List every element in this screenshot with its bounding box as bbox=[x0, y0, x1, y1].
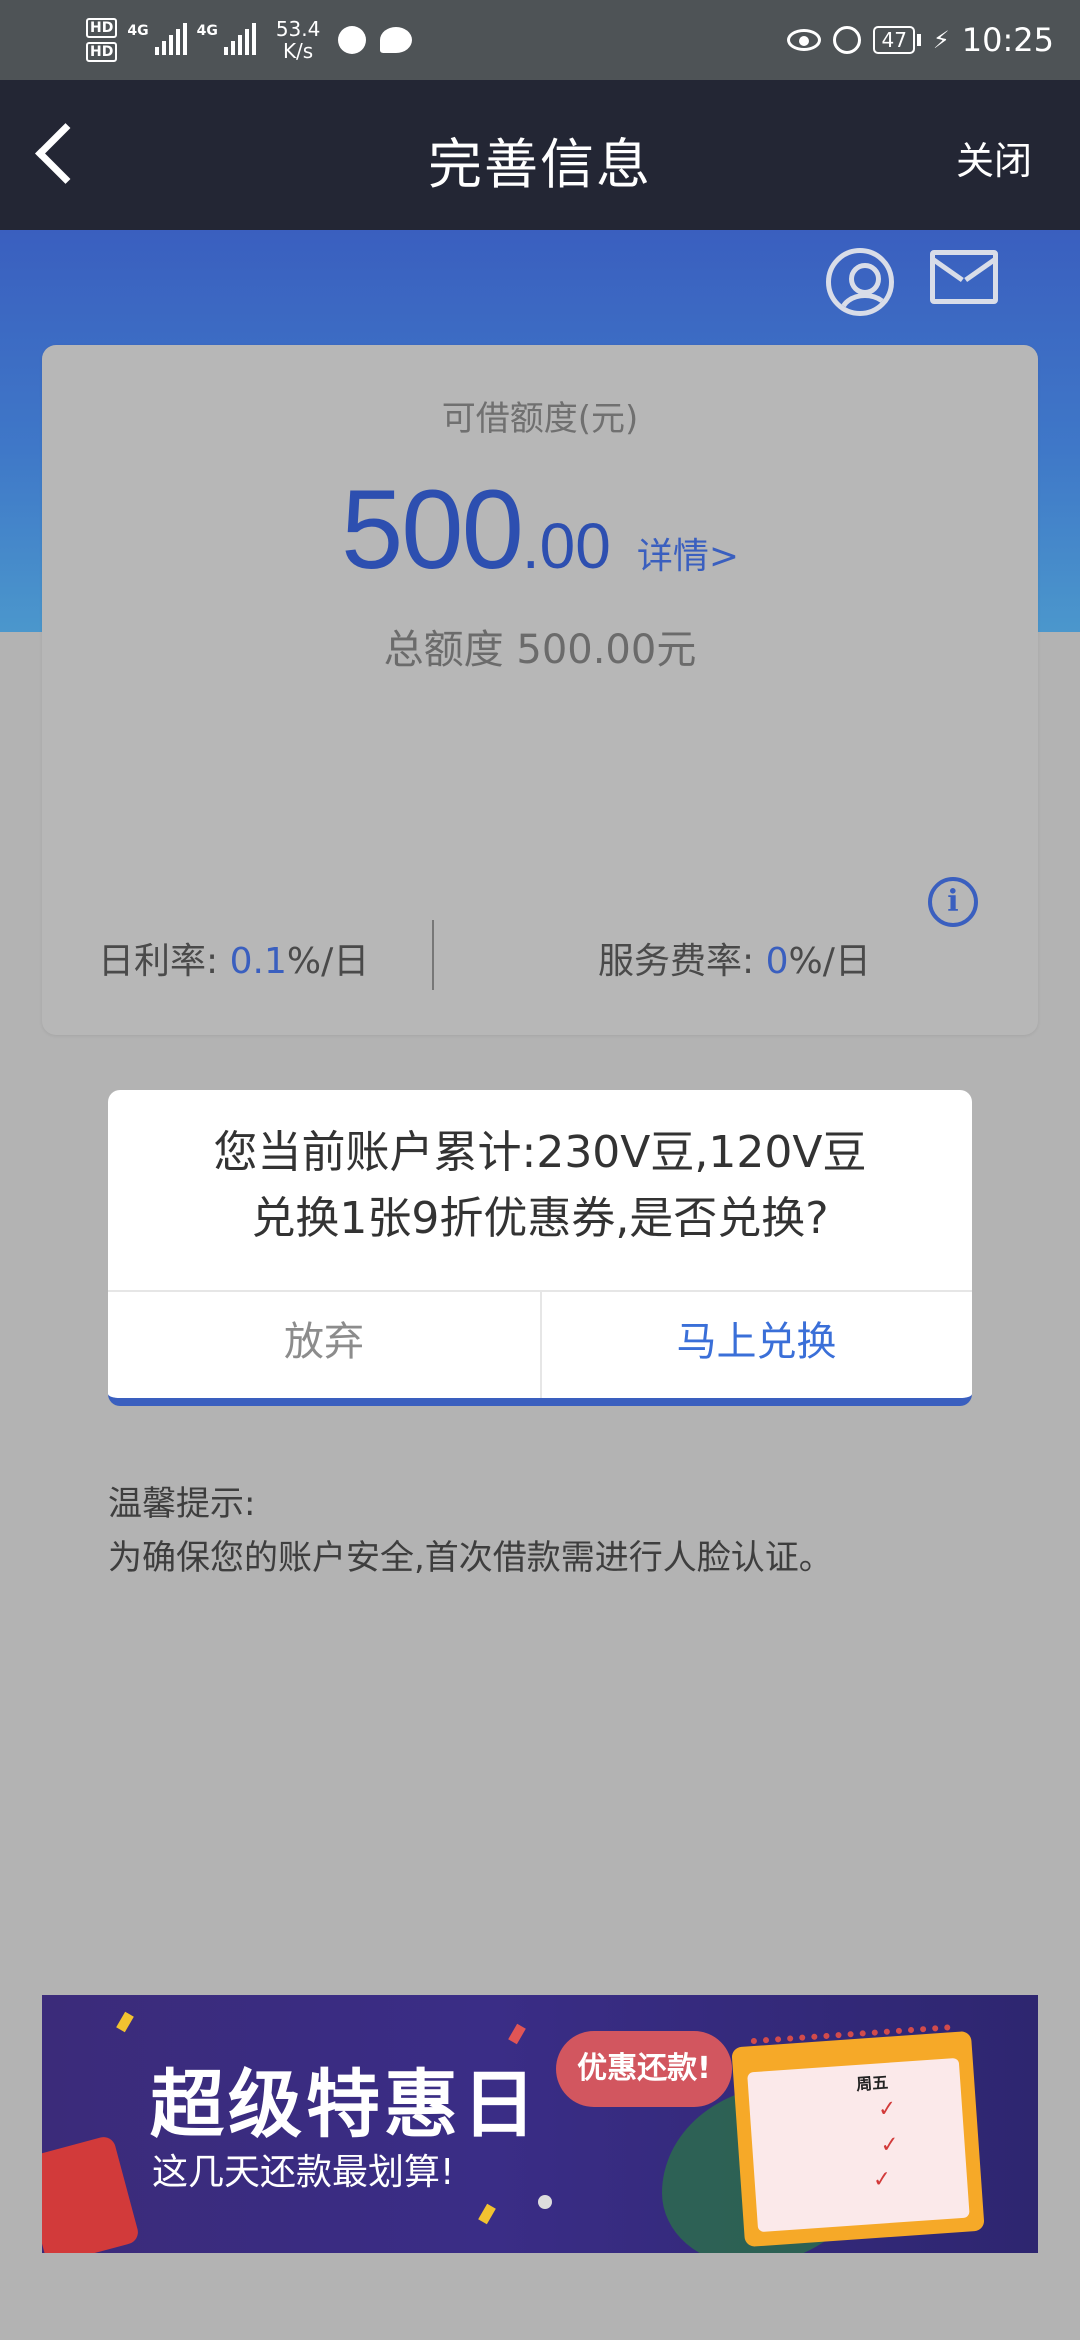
network-type-2: 4G bbox=[196, 23, 218, 39]
tips-text: 为确保您的账户安全,首次借款需进行人脸认证。 bbox=[108, 1538, 833, 1578]
dialog-line-2: 兑换1张9折优惠券,是否兑换? bbox=[251, 1193, 829, 1244]
mail-icon[interactable] bbox=[930, 250, 998, 304]
hd-badge-2: HD bbox=[86, 42, 118, 62]
clock: 10:25 bbox=[961, 21, 1054, 59]
rate-row: 日利率: 0.1%/日 服务费率: 0%/日 bbox=[42, 920, 1038, 990]
page-title: 完善信息 bbox=[428, 133, 652, 196]
hand-icon bbox=[338, 26, 367, 54]
header: 完善信息 关闭 bbox=[0, 80, 1080, 230]
chat-icon bbox=[380, 27, 413, 53]
hd-indicators: HD HD bbox=[86, 18, 118, 62]
confetti-icon bbox=[116, 2011, 134, 2033]
service-rate-value: 0 bbox=[765, 941, 789, 982]
network-type-1: 4G bbox=[127, 23, 149, 39]
signal-icon-2 bbox=[223, 23, 256, 55]
profile-icon[interactable] bbox=[826, 248, 894, 316]
confetti-icon bbox=[478, 2203, 496, 2225]
amount-row: 500 .00 详情> bbox=[42, 465, 1038, 594]
confetti-icon bbox=[508, 2023, 526, 2045]
banner-subtitle: 这几天还款最划算! bbox=[152, 2152, 455, 2193]
daily-rate: 日利率: 0.1%/日 bbox=[98, 932, 369, 984]
banner-bubble: 优惠还款! bbox=[556, 2031, 732, 2107]
battery-level: 47 bbox=[873, 26, 915, 54]
daily-rate-value: 0.1 bbox=[229, 941, 287, 982]
red-envelope-icon bbox=[42, 2134, 141, 2253]
carousel-dot[interactable] bbox=[538, 2195, 552, 2209]
daily-rate-unit: %/日 bbox=[286, 941, 370, 982]
charging-icon: ⚡ bbox=[932, 26, 950, 54]
service-rate-unit: %/日 bbox=[788, 941, 871, 982]
battery-icon: 47 bbox=[873, 26, 921, 54]
alarm-icon bbox=[833, 26, 862, 54]
signal-icon-1 bbox=[154, 23, 187, 55]
service-rate: 服务费率: 0%/日 bbox=[598, 932, 871, 984]
promo-banner[interactable]: 超级特惠日 这几天还款最划算! 优惠还款! 周五 ✓ ✓ ✓ bbox=[42, 1995, 1038, 2253]
amount-decimal: .00 bbox=[521, 510, 611, 582]
service-rate-label: 服务费率: bbox=[598, 941, 755, 982]
check-icon: ✓ bbox=[879, 2132, 900, 2159]
check-icon: ✓ bbox=[877, 2096, 898, 2123]
credit-label: 可借额度(元) bbox=[441, 399, 639, 439]
credit-card: 可借额度(元) 500 .00 详情> 总额度 500.00元 i 日利率: 0… bbox=[42, 345, 1038, 1035]
check-icon: ✓ bbox=[872, 2166, 893, 2194]
dialog-actions: 放弃 马上兑换 bbox=[108, 1290, 972, 1398]
give-up-button[interactable]: 放弃 bbox=[108, 1292, 540, 1398]
status-left: HD HD 4G 4G 53.4 K/s bbox=[86, 10, 413, 70]
exchange-now-button[interactable]: 马上兑换 bbox=[541, 1292, 972, 1398]
status-bar: HD HD 4G 4G 53.4 K/s 47 ⚡ 10:25 bbox=[0, 0, 1080, 80]
status-right: 47 ⚡ 10:25 bbox=[787, 10, 1054, 70]
close-button[interactable]: 关闭 bbox=[956, 130, 1032, 185]
hd-badge-1: HD bbox=[86, 18, 118, 38]
dialog-message: 您当前账户累计:230V豆,120V豆 兑换1张9折优惠券,是否兑换? bbox=[108, 1120, 972, 1252]
speed-value: 53.4 bbox=[275, 17, 321, 41]
calendar-icon: 周五 ✓ ✓ ✓ bbox=[731, 2024, 985, 2248]
detail-link[interactable]: 详情> bbox=[637, 527, 739, 579]
speed-unit: K/s bbox=[282, 39, 314, 63]
exchange-dialog: 您当前账户累计:230V豆,120V豆 兑换1张9折优惠券,是否兑换? 放弃 马… bbox=[108, 1090, 972, 1406]
banner-title: 超级特惠日 bbox=[150, 2062, 540, 2148]
rate-divider bbox=[432, 920, 434, 990]
eye-comfort-icon bbox=[787, 29, 822, 51]
network-speed: 53.4 K/s bbox=[276, 18, 321, 62]
tips-title: 温馨提示: bbox=[108, 1484, 256, 1524]
calendar-weekday: 周五 bbox=[855, 2072, 889, 2094]
daily-rate-label: 日利率: bbox=[98, 941, 219, 982]
amount-integer: 500 bbox=[340, 467, 524, 592]
dialog-line-1: 您当前账户累计:230V豆,120V豆 bbox=[213, 1127, 867, 1178]
total-quota: 总额度 500.00元 bbox=[383, 627, 697, 673]
